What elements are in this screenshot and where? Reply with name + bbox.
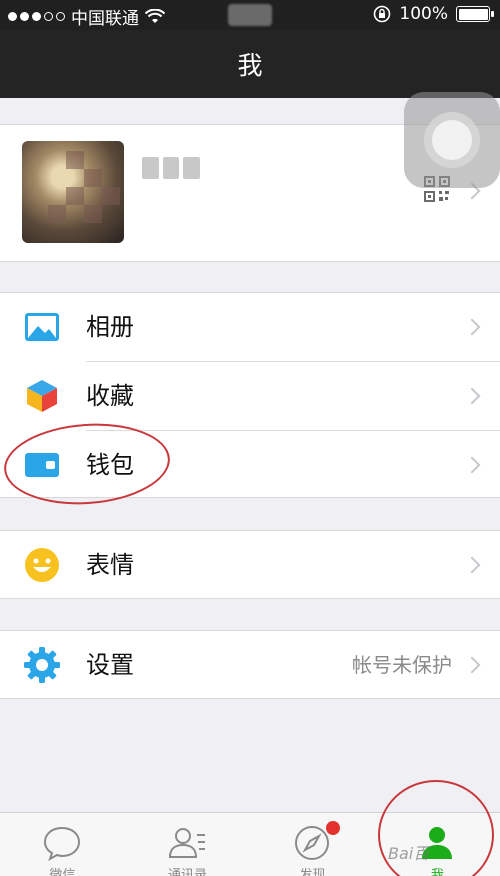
status-right: 100% — [373, 4, 494, 24]
wifi-icon — [145, 8, 165, 23]
sticker-icon — [25, 548, 59, 582]
menu-group-2: 表情 — [0, 530, 500, 599]
assistive-touch-button[interactable] — [404, 92, 500, 188]
menu-group-3: 设置 帐号未保护 — [0, 630, 500, 699]
menu-item-favorites[interactable]: 收藏 — [0, 362, 500, 430]
battery-percent: 100% — [399, 4, 448, 24]
menu-item-label: 相册 — [86, 313, 134, 341]
tab-label: 微信 — [49, 868, 76, 876]
chevron-right-icon — [463, 318, 481, 336]
chat-bubble-icon — [43, 826, 81, 862]
menu-item-label: 设置 — [86, 651, 134, 679]
tab-discover[interactable]: 发现 — [250, 813, 375, 876]
nickname-blurred — [142, 157, 201, 179]
chevron-right-icon — [463, 556, 481, 574]
tab-label: 发现 — [299, 868, 326, 876]
menu-item-album[interactable]: 相册 — [0, 293, 500, 361]
blurred-time — [228, 4, 272, 26]
contacts-icon — [168, 828, 205, 858]
carrier-name: 中国联通 — [71, 9, 139, 29]
orientation-lock-icon — [374, 5, 391, 23]
tab-contacts[interactable]: 通讯录 — [125, 813, 250, 876]
menu-item-label: 收藏 — [86, 382, 134, 410]
favorites-icon — [27, 380, 57, 412]
tab-chats[interactable]: 微信 — [0, 813, 125, 876]
tab-label: 通讯录 — [167, 868, 207, 876]
carrier-info: 中国联通 — [8, 4, 165, 29]
menu-item-stickers[interactable]: 表情 — [0, 531, 500, 599]
status-bar: 中国联通 100% — [0, 0, 500, 30]
album-icon — [25, 313, 59, 341]
settings-icon — [24, 647, 60, 683]
avatar[interactable] — [22, 141, 124, 243]
watermark: Bai百 — [388, 844, 430, 863]
battery-icon — [456, 6, 494, 22]
signal-strength-icon — [8, 12, 65, 21]
chevron-right-icon — [463, 656, 481, 674]
account-protection-status: 帐号未保护 — [352, 653, 452, 677]
page-title: 我 — [237, 51, 263, 80]
chevron-right-icon — [463, 456, 481, 474]
menu-item-settings[interactable]: 设置 帐号未保护 — [0, 631, 500, 699]
chevron-right-icon — [463, 387, 481, 405]
notification-badge — [326, 821, 340, 835]
nav-bar: 我 — [0, 30, 500, 98]
menu-item-label: 表情 — [86, 551, 134, 579]
